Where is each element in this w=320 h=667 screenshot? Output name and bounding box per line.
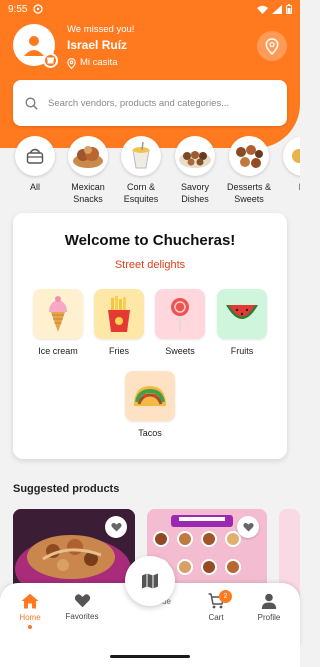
nav-label: Profile <box>257 613 281 622</box>
heart-icon <box>242 522 254 532</box>
greeting-block: We missed you! Israel Ruíz Mi casita <box>67 24 134 70</box>
location-name: Mi casita <box>80 57 118 68</box>
wifi-icon <box>257 5 268 14</box>
tile-sweets[interactable]: Sweets <box>153 289 207 356</box>
category-all[interactable]: All <box>8 136 62 193</box>
search-icon <box>25 97 38 110</box>
nav-label: Favorites <box>65 612 99 621</box>
home-indicator[interactable] <box>110 655 190 658</box>
user-icon <box>24 36 44 56</box>
avatar[interactable] <box>13 24 58 68</box>
section-title: Suggested products <box>13 483 120 495</box>
signal-icon <box>272 4 282 14</box>
category-label: All <box>29 182 40 192</box>
map-pin-icon <box>265 37 279 55</box>
category-savory-dishes[interactable]: Savory Dishes <box>168 136 222 205</box>
tile-label: Tacos <box>138 428 162 438</box>
tile-ice-cream[interactable]: Ice cream <box>31 289 85 356</box>
lollipop-icon <box>171 298 189 332</box>
person-icon <box>261 593 277 609</box>
welcome-card: Welcome to Chucheras! Street delights Ic… <box>13 213 287 459</box>
dessert-icon <box>236 145 263 168</box>
category-mexican-snacks[interactable]: Mexican Snacks <box>61 136 115 205</box>
favorite-button[interactable] <box>237 516 259 538</box>
store-badge-icon <box>43 53 58 68</box>
category-label: Fr <box>276 181 300 193</box>
tile-label: Sweets <box>165 346 195 356</box>
tile-label: Fries <box>109 346 129 356</box>
tile-tacos[interactable]: Tacos <box>123 371 177 438</box>
taco-icon <box>134 386 166 406</box>
search-bar[interactable] <box>13 80 287 126</box>
location-pin-icon <box>67 57 76 69</box>
bag-icon <box>26 148 44 164</box>
heart-icon <box>110 522 122 532</box>
tile-fruits[interactable]: Fruits <box>215 289 269 356</box>
map-button[interactable] <box>125 556 175 606</box>
watermelon-icon <box>226 305 258 319</box>
notification-icon <box>33 4 44 14</box>
greeting-text: We missed you! <box>67 24 135 35</box>
system-nav-bar <box>0 647 300 667</box>
category-row: All Mexican Snacks Corn & Esquites Savor… <box>0 136 300 212</box>
category-desserts-sweets[interactable]: Desserts & Sweets <box>222 136 276 205</box>
nav-label: Home <box>19 613 41 622</box>
favorite-button[interactable] <box>105 516 127 538</box>
welcome-title: Welcome to Chucheras! <box>64 232 236 249</box>
tile-label: Fruits <box>230 346 254 356</box>
search-input[interactable] <box>48 97 268 109</box>
category-label: Desserts & Sweets <box>226 182 271 204</box>
cart-count-badge: 2 <box>219 590 232 603</box>
user-name: Israel Ruíz <box>67 38 128 52</box>
nav-cart[interactable]: 2 Cart <box>191 590 241 622</box>
snack-icon <box>73 146 103 168</box>
heart-icon <box>74 594 90 608</box>
nav-label: Cart <box>208 613 224 622</box>
ice-cream-icon <box>49 296 67 332</box>
fruit-icon <box>292 149 300 163</box>
location-row[interactable]: Mi casita <box>67 56 134 70</box>
map-icon <box>142 573 158 589</box>
category-label: Savory Dishes <box>180 182 209 204</box>
welcome-subtitle: Street delights <box>114 259 186 271</box>
active-indicator <box>28 625 32 629</box>
nav-home[interactable]: Home <box>5 593 55 629</box>
cup-icon <box>132 141 150 169</box>
dish-icon <box>179 151 211 168</box>
nav-favorites[interactable]: Favorites <box>57 593 107 621</box>
category-fruits-partial[interactable]: Fr <box>276 136 300 193</box>
tile-fries[interactable]: Fries <box>92 289 146 356</box>
status-bar: 9:55 <box>0 0 300 18</box>
home-icon <box>21 593 39 609</box>
nav-profile[interactable]: Profile <box>244 593 294 622</box>
battery-icon <box>286 4 292 14</box>
category-corn-esquites[interactable]: Corn & Esquites <box>114 136 168 205</box>
fries-icon <box>108 296 130 332</box>
location-button[interactable] <box>257 31 287 61</box>
status-time: 9:55 <box>8 3 28 15</box>
category-label: Corn & Esquites <box>123 182 159 204</box>
category-label: Mexican Snacks <box>71 182 105 204</box>
tile-label: Ice cream <box>38 346 78 356</box>
